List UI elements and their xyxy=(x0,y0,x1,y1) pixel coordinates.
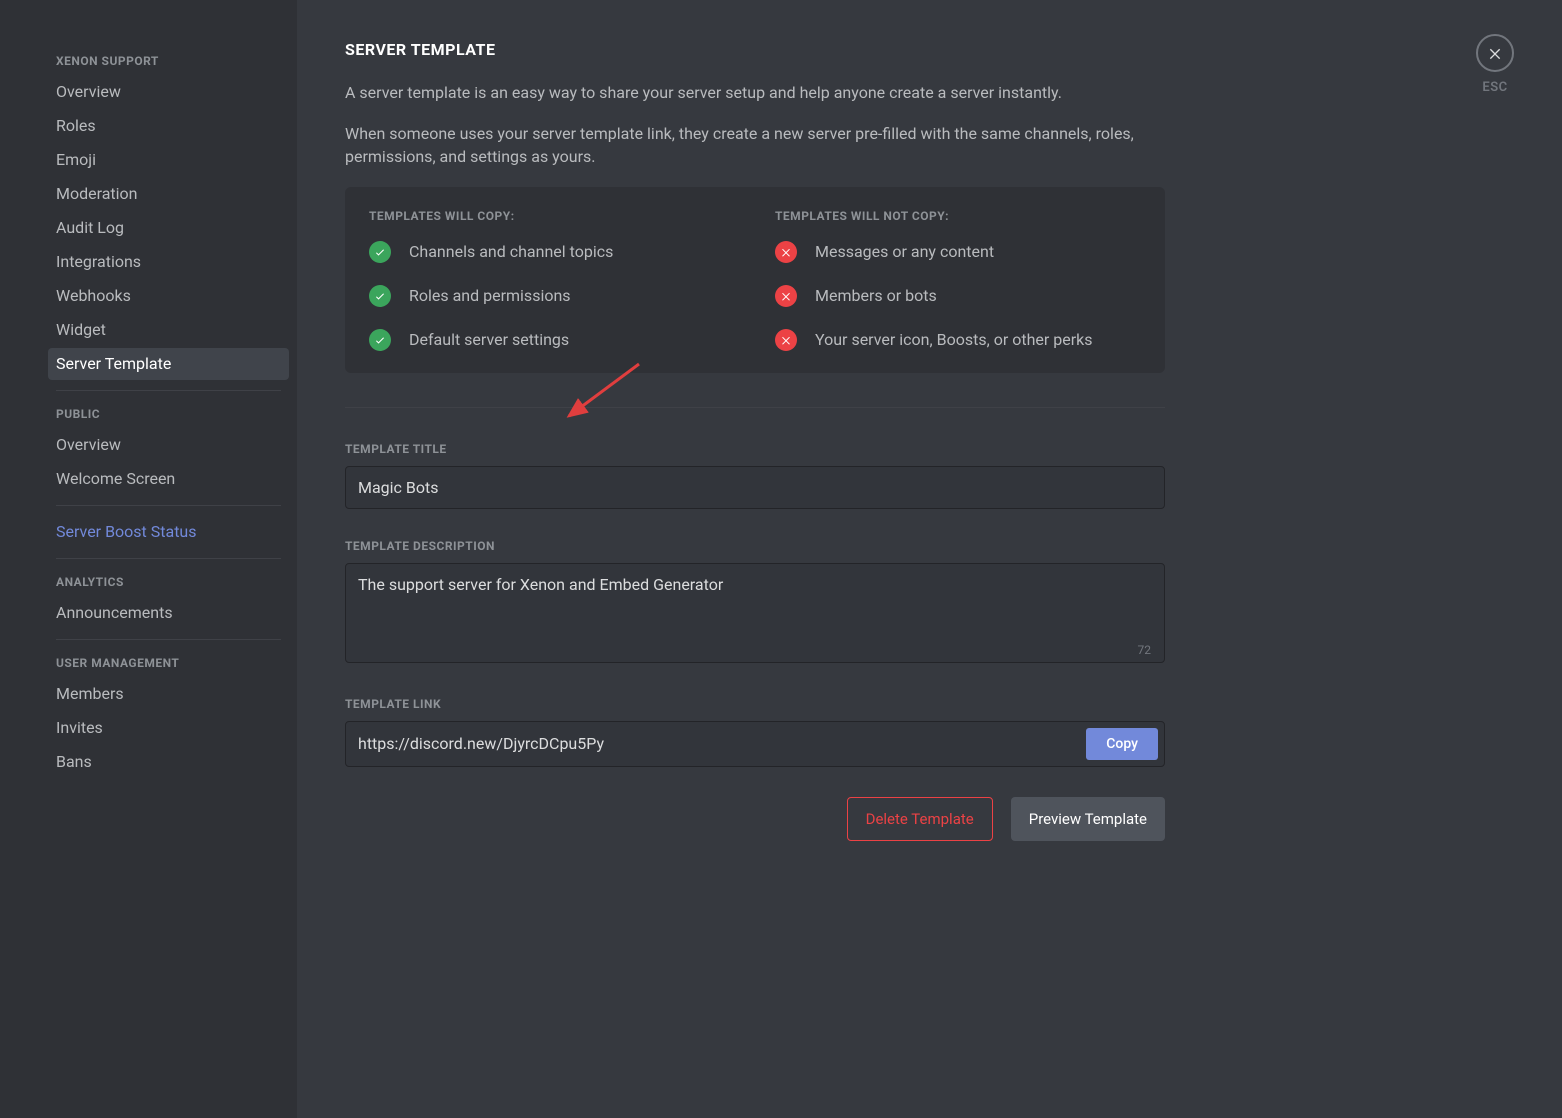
sidebar-heading: USER MANAGEMENT xyxy=(48,650,289,676)
template-desc-label: TEMPLATE DESCRIPTION xyxy=(345,539,1165,553)
sidebar-item-roles[interactable]: Roles xyxy=(48,110,289,142)
will-copy-text: Channels and channel topics xyxy=(409,242,613,261)
check-icon xyxy=(369,329,391,351)
sidebar-item-members[interactable]: Members xyxy=(48,678,289,710)
template-title-label: TEMPLATE TITLE xyxy=(345,442,1165,456)
will-copy-text: Default server settings xyxy=(409,330,569,349)
settings-sidebar: XENON SUPPORTOverviewRolesEmojiModeratio… xyxy=(0,0,297,1118)
wont-copy-text: Your server icon, Boosts, or other perks xyxy=(815,330,1093,349)
sidebar-heading: XENON SUPPORT xyxy=(48,48,289,74)
divider xyxy=(345,407,1165,408)
template-copy-info: TEMPLATES WILL COPY: Channels and channe… xyxy=(345,187,1165,373)
sidebar-divider xyxy=(56,558,281,559)
sidebar-item-moderation[interactable]: Moderation xyxy=(48,178,289,210)
template-title-input[interactable] xyxy=(345,466,1165,509)
main-panel: ESC SERVER TEMPLATE A server template is… xyxy=(297,0,1562,1118)
cross-icon xyxy=(775,285,797,307)
page-desc-2: When someone uses your server template l… xyxy=(345,122,1165,168)
cross-icon xyxy=(775,329,797,351)
will-copy-heading: TEMPLATES WILL COPY: xyxy=(369,209,735,223)
sidebar-item-welcome-screen[interactable]: Welcome Screen xyxy=(48,463,289,495)
preview-template-button[interactable]: Preview Template xyxy=(1011,797,1165,841)
copy-link-button[interactable]: Copy xyxy=(1086,728,1158,760)
will-copy-item: Channels and channel topics xyxy=(369,241,735,263)
template-desc-input[interactable] xyxy=(345,563,1165,663)
sidebar-item-bans[interactable]: Bans xyxy=(48,746,289,778)
desc-char-count: 72 xyxy=(1138,643,1152,657)
wont-copy-item: Your server icon, Boosts, or other perks xyxy=(775,329,1141,351)
sidebar-item-audit-log[interactable]: Audit Log xyxy=(48,212,289,244)
wont-copy-text: Members or bots xyxy=(815,286,937,305)
sidebar-heading: PUBLIC xyxy=(48,401,289,427)
close-button[interactable] xyxy=(1476,34,1514,72)
wont-copy-text: Messages or any content xyxy=(815,242,994,261)
template-link-input[interactable] xyxy=(358,728,1078,760)
sidebar-item-widget[interactable]: Widget xyxy=(48,314,289,346)
sidebar-item-invites[interactable]: Invites xyxy=(48,712,289,744)
check-icon xyxy=(369,241,391,263)
sidebar-item-overview[interactable]: Overview xyxy=(48,429,289,461)
close-icon xyxy=(1487,45,1503,61)
sidebar-divider xyxy=(56,390,281,391)
wont-copy-item: Messages or any content xyxy=(775,241,1141,263)
check-icon xyxy=(369,285,391,307)
page-title: SERVER TEMPLATE xyxy=(345,40,1165,59)
sidebar-divider xyxy=(56,639,281,640)
close-esc-label: ESC xyxy=(1482,80,1507,95)
will-copy-text: Roles and permissions xyxy=(409,286,571,305)
page-desc-1: A server template is an easy way to shar… xyxy=(345,81,1165,104)
sidebar-item-announcements[interactable]: Announcements xyxy=(48,597,289,629)
will-copy-item: Default server settings xyxy=(369,329,735,351)
will-copy-item: Roles and permissions xyxy=(369,285,735,307)
wont-copy-item: Members or bots xyxy=(775,285,1141,307)
delete-template-button[interactable]: Delete Template xyxy=(847,797,993,841)
cross-icon xyxy=(775,241,797,263)
sidebar-heading: ANALYTICS xyxy=(48,569,289,595)
wont-copy-heading: TEMPLATES WILL NOT COPY: xyxy=(775,209,1141,223)
template-link-label: TEMPLATE LINK xyxy=(345,697,1165,711)
sidebar-item-server-boost-status[interactable]: Server Boost Status xyxy=(48,516,289,548)
sidebar-item-emoji[interactable]: Emoji xyxy=(48,144,289,176)
close-column: ESC xyxy=(1476,34,1514,95)
sidebar-item-server-template[interactable]: Server Template xyxy=(48,348,289,380)
sidebar-item-overview[interactable]: Overview xyxy=(48,76,289,108)
template-link-row: Copy xyxy=(345,721,1165,767)
sidebar-item-integrations[interactable]: Integrations xyxy=(48,246,289,278)
template-actions: Delete Template Preview Template xyxy=(345,797,1165,841)
sidebar-divider xyxy=(56,505,281,506)
sidebar-item-webhooks[interactable]: Webhooks xyxy=(48,280,289,312)
